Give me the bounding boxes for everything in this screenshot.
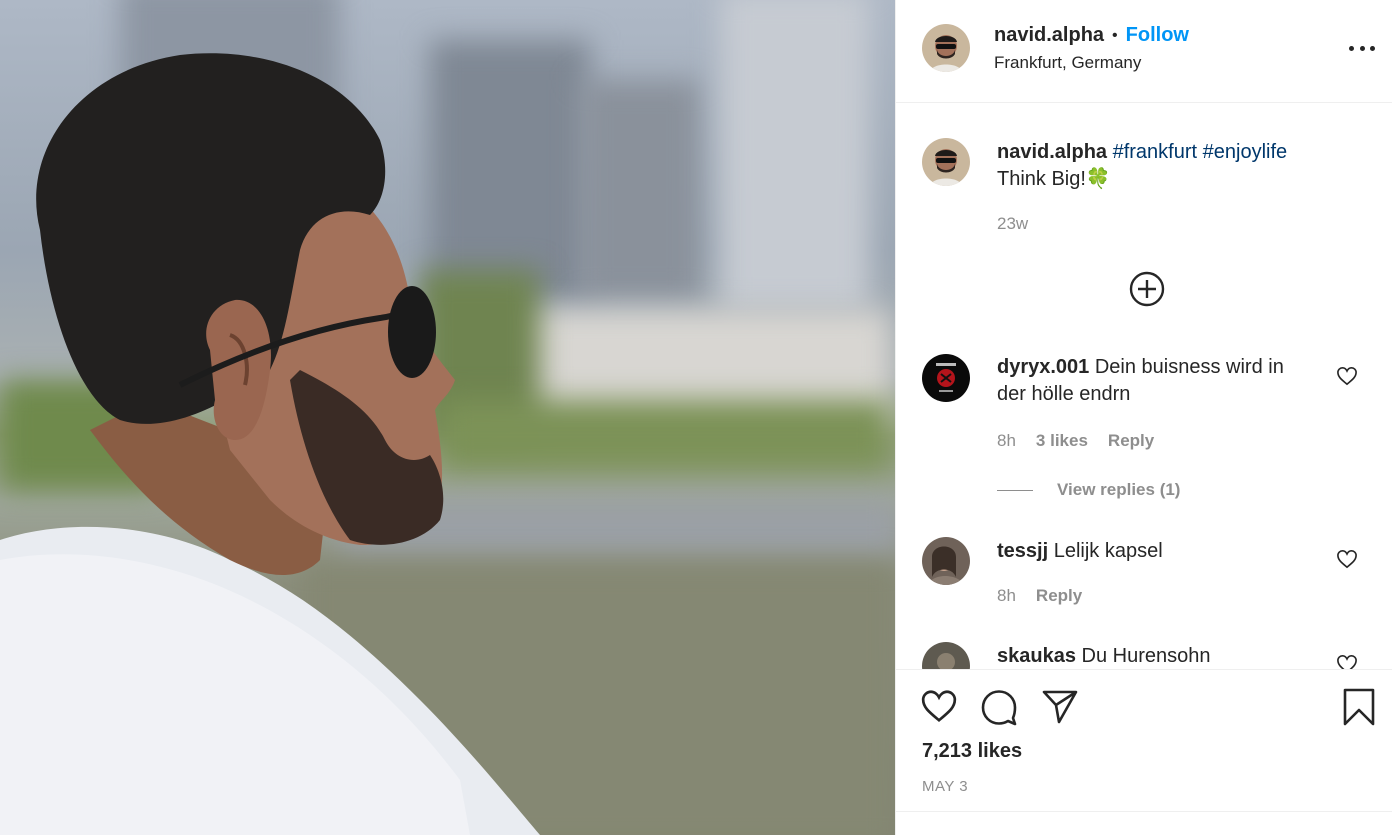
comments-list[interactable]: navid.alpha #frankfurt #enjoylife Think … bbox=[896, 104, 1392, 669]
like-comment-heart-icon[interactable] bbox=[1336, 654, 1358, 669]
likes-count[interactable]: 7,213 likes bbox=[922, 740, 1022, 763]
caption-age[interactable]: 23w bbox=[997, 214, 1028, 234]
user-row: navid.alpha • Follow bbox=[994, 24, 1189, 47]
view-replies-label: View replies (1) bbox=[1057, 480, 1181, 499]
comment-username[interactable]: dyryx.001 bbox=[997, 356, 1089, 378]
comment-body: Du Hurensohn bbox=[1081, 645, 1211, 667]
post-details-panel: navid.alpha • Follow Frankfurt, Germany bbox=[895, 0, 1392, 835]
post-date[interactable]: MAY 3 bbox=[922, 778, 968, 795]
like-comment-heart-icon[interactable] bbox=[1336, 366, 1358, 386]
avatar[interactable] bbox=[922, 138, 970, 186]
comment-username[interactable]: skaukas bbox=[997, 645, 1076, 667]
more-options-icon[interactable] bbox=[1349, 38, 1375, 58]
comment-likes[interactable]: 3 likes bbox=[1036, 431, 1088, 451]
comment-text: dyryx.001 Dein buisness wird in der höll… bbox=[997, 354, 1317, 408]
comment-age[interactable]: 8h bbox=[997, 431, 1016, 451]
avatar[interactable] bbox=[922, 537, 970, 585]
follow-button[interactable]: Follow bbox=[1126, 24, 1189, 47]
reply-button[interactable]: Reply bbox=[1108, 431, 1154, 451]
view-replies-button[interactable]: View replies (1) bbox=[997, 480, 1180, 500]
avatar[interactable] bbox=[922, 642, 970, 669]
caption-meta: 23w bbox=[997, 214, 1028, 234]
caption-text: navid.alpha #frankfurt #enjoylife Think … bbox=[997, 139, 1317, 193]
caption-body: Think Big!🍀 bbox=[997, 168, 1111, 190]
caption-hashtags[interactable]: #frankfurt #enjoylife bbox=[1113, 141, 1288, 163]
separator-dot: • bbox=[1112, 26, 1118, 44]
divider bbox=[997, 489, 1033, 491]
caption-username[interactable]: navid.alpha bbox=[997, 141, 1107, 163]
post-location[interactable]: Frankfurt, Germany bbox=[994, 53, 1141, 73]
like-heart-icon[interactable] bbox=[920, 688, 958, 724]
comment-body: Lelijk kapsel bbox=[1053, 540, 1163, 562]
comment-age[interactable]: 8h bbox=[997, 586, 1016, 606]
comment-meta: 8h Reply bbox=[997, 586, 1082, 606]
person-illustration bbox=[0, 53, 540, 835]
post-username[interactable]: navid.alpha bbox=[994, 24, 1104, 47]
action-bar: 7,213 likes MAY 3 bbox=[896, 669, 1392, 812]
save-bookmark-icon[interactable] bbox=[1343, 688, 1375, 726]
like-comment-heart-icon[interactable] bbox=[1336, 549, 1358, 569]
reply-button[interactable]: Reply bbox=[1036, 586, 1082, 606]
post-photo[interactable] bbox=[0, 0, 895, 835]
comment-username[interactable]: tessjj bbox=[997, 540, 1048, 562]
post-header: navid.alpha • Follow Frankfurt, Germany bbox=[896, 0, 1392, 103]
avatar[interactable] bbox=[922, 24, 970, 72]
load-more-comments-icon[interactable] bbox=[1129, 271, 1165, 307]
comment-meta: 8h 3 likes Reply bbox=[997, 431, 1154, 451]
avatar[interactable] bbox=[922, 354, 970, 402]
comment-icon[interactable] bbox=[980, 688, 1018, 726]
comment-text: tessjj Lelijk kapsel bbox=[997, 538, 1317, 565]
comment-text: skaukas Du Hurensohn bbox=[997, 643, 1317, 669]
share-icon[interactable] bbox=[1041, 688, 1079, 724]
